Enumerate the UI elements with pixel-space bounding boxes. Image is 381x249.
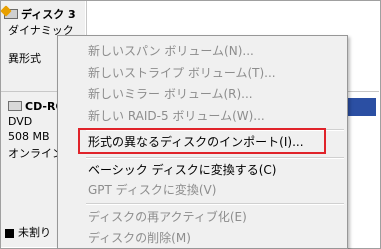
menu-item-new-raid5-volume[interactable]: 新しい RAID-5 ボリューム(W)... [88, 106, 265, 126]
menu-separator [86, 203, 344, 205]
disk3-header[interactable]: ディスク 3 [0, 5, 76, 22]
menu-item-import-foreign-disks[interactable]: 形式の異なるディスクのインポート(I)... [88, 132, 304, 152]
disk3-title: ディスク 3 [21, 8, 76, 21]
disk3-status: 異形式 [8, 52, 41, 65]
cdrom-type: DVD [8, 115, 33, 128]
menu-item-convert-to-gpt[interactable]: GPT ディスクに変換(V) [88, 180, 216, 200]
cdrom-size: 508 MB [8, 130, 50, 143]
dynamic-disk-warning-icon [0, 5, 18, 19]
unallocated-swatch [5, 228, 14, 238]
menu-item-new-striped-volume[interactable]: 新しいストライプ ボリューム(T)... [88, 63, 276, 83]
cdrom-status: オンライン [8, 147, 63, 160]
menu-item-remove-disk[interactable]: ディスクの削除(M) [88, 228, 191, 248]
cdrom-drive-icon [8, 101, 22, 111]
menu-item-reactivate-disk[interactable]: ディスクの再アクティブ化(E) [88, 207, 247, 227]
menu-item-convert-to-basic[interactable]: ベーシック ディスクに変換する(C) [88, 160, 276, 180]
menu-item-new-spanned-volume[interactable]: 新しいスパン ボリューム(N)... [88, 41, 254, 61]
menu-separator [86, 157, 344, 159]
legend-unallocated: 未割り [5, 224, 51, 240]
context-menu: 新しいスパン ボリューム(N)... 新しいストライプ ボリューム(T)... … [57, 35, 348, 249]
legend-unallocated-label: 未割り [18, 226, 51, 239]
menu-item-new-mirrored-volume[interactable]: 新しいミラー ボリューム(R)... [88, 84, 253, 104]
